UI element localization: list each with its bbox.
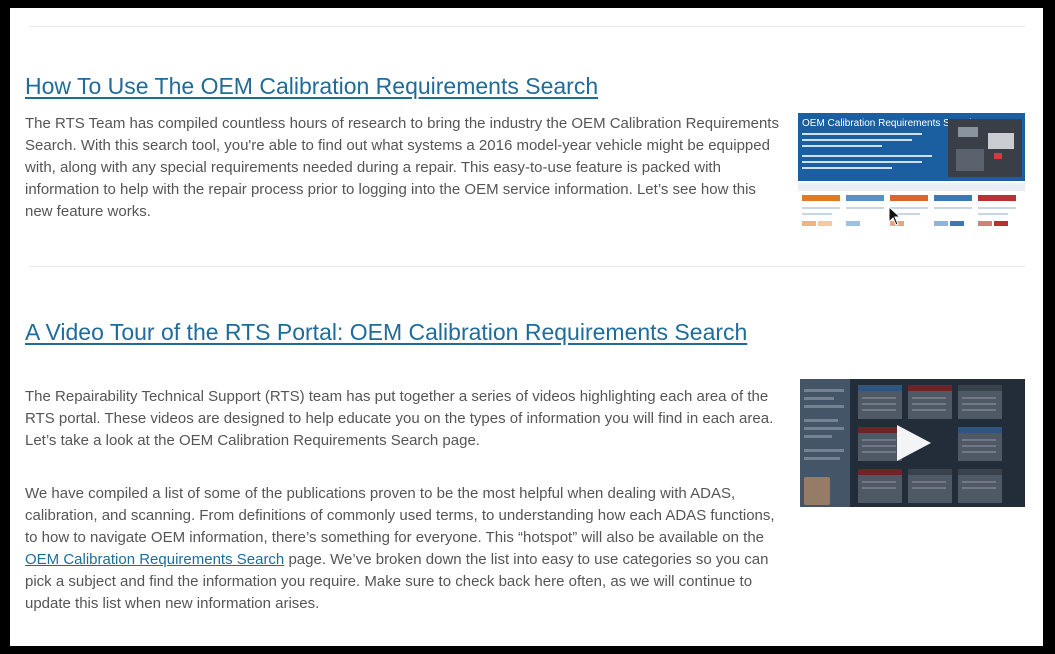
top-divider bbox=[30, 26, 1025, 27]
middle-divider bbox=[30, 266, 1025, 267]
article-1-body: The RTS Team has compiled countless hour… bbox=[25, 115, 779, 220]
cursor-arrow-icon bbox=[888, 206, 902, 226]
article-1-thumbnail[interactable]: OEM Calibration Requirements Search bbox=[798, 113, 1025, 236]
article-2-paragraph-2: We have compiled a list of some of the p… bbox=[25, 483, 785, 615]
paragraph-2-text-start: We have compiled a list of some of the p… bbox=[25, 485, 775, 546]
thumbnail-photo bbox=[948, 119, 1022, 177]
article-1-title[interactable]: How To Use The OEM Calibration Requireme… bbox=[25, 73, 785, 100]
article-2-title[interactable]: A Video Tour of the RTS Portal: OEM Cali… bbox=[25, 319, 785, 346]
play-icon[interactable] bbox=[889, 423, 935, 463]
content-area: How To Use The OEM Calibration Requireme… bbox=[10, 8, 1043, 646]
oem-calibration-search-link[interactable]: OEM Calibration Requirements Search bbox=[25, 551, 284, 568]
article-2-video-thumbnail[interactable] bbox=[800, 379, 1025, 507]
article-2-paragraph-1: The Repairability Technical Support (RTS… bbox=[25, 388, 774, 449]
